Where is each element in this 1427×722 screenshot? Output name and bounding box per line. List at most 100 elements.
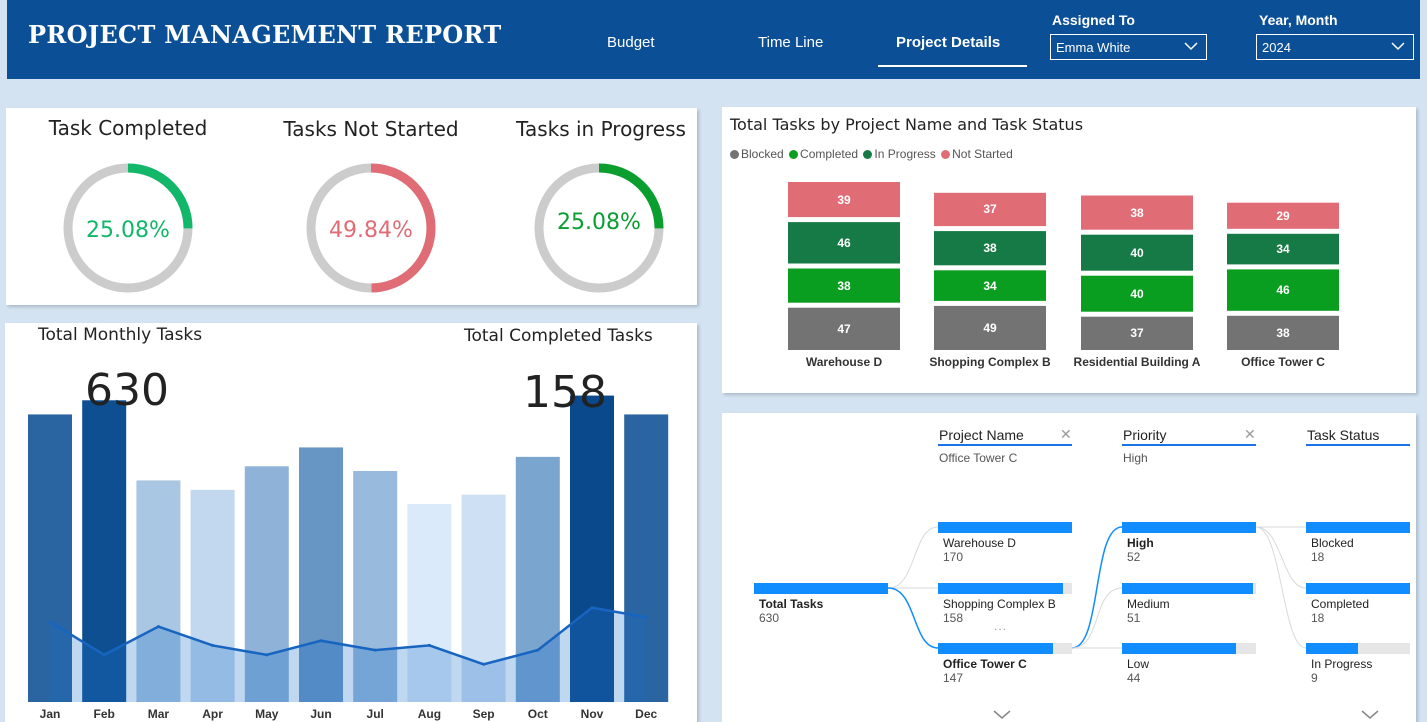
completed-point-apr[interactable]	[211, 643, 215, 647]
completed-point-sep[interactable]	[482, 662, 486, 666]
tree-header-priority[interactable]: Priority	[1123, 427, 1167, 443]
segment-value: 38	[983, 241, 997, 256]
stacked-legend: Blocked Completed In Progress Not Starte…	[730, 147, 1015, 161]
kpi-title-completed: Task Completed	[48, 116, 208, 140]
tree-status-0-label[interactable]: Blocked	[1311, 536, 1354, 550]
connector-line	[1071, 587, 1123, 649]
month-label-aug: Aug	[417, 707, 442, 721]
chevron-down-icon	[1391, 42, 1405, 51]
legend-label: Not Started	[952, 147, 1013, 161]
report-header: PROJECT MANAGEMENT REPORT Budget Time Li…	[7, 0, 1420, 79]
tree-header-project-sub: Office Tower C	[939, 451, 1018, 465]
legend-item-completed[interactable]: Completed	[789, 147, 858, 161]
tree-project-0-label[interactable]: Warehouse D	[943, 536, 1016, 550]
tree-status-1-value: 18	[1311, 611, 1325, 625]
tree-project-2-bar[interactable]	[938, 643, 1054, 654]
tree-status-2-value: 9	[1311, 671, 1318, 685]
legend-dot	[789, 150, 799, 159]
legend-item-blocked[interactable]: Blocked	[730, 147, 784, 161]
legend-dot	[863, 150, 873, 159]
completed-point-dec[interactable]	[644, 615, 648, 619]
month-label-dec: Dec	[635, 707, 658, 721]
tree-header-task-status[interactable]: Task Status	[1307, 427, 1379, 443]
tree-priority-1-label[interactable]: Medium	[1127, 597, 1170, 611]
kpi-card: Task Completed Tasks Not Started Tasks i…	[6, 108, 697, 305]
tree-root-label[interactable]: Total Tasks	[759, 597, 823, 611]
tab-project-details[interactable]: Project Details	[896, 34, 1000, 51]
completed-point-mar[interactable]	[156, 625, 160, 629]
segment-value: 46	[1276, 283, 1290, 298]
close-icon[interactable]: ✕	[1060, 427, 1072, 443]
year-month-dropdown[interactable]: 2024	[1256, 34, 1414, 60]
completed-point-jul[interactable]	[373, 648, 377, 652]
tab-budget[interactable]: Budget	[607, 34, 655, 51]
segment-value: 46	[837, 235, 851, 250]
tree-status-2-label[interactable]: In Progress	[1311, 657, 1372, 671]
tree-project-2-label[interactable]: Office Tower C	[943, 657, 1027, 671]
completed-point-feb[interactable]	[102, 653, 106, 657]
tree-header-priority-sub: High	[1123, 451, 1148, 465]
tree-project-1-label[interactable]: Shopping Complex B	[943, 597, 1056, 611]
completed-point-nov[interactable]	[590, 606, 594, 610]
header-underline	[1306, 444, 1410, 446]
legend-label: In Progress	[874, 147, 936, 161]
legend-label: Blocked	[741, 147, 784, 161]
segment-value: 37	[983, 202, 997, 217]
completed-point-may[interactable]	[265, 653, 269, 657]
tree-project-0-bar[interactable]	[938, 522, 1072, 533]
tree-priority-0-bar[interactable]	[1122, 522, 1256, 533]
tree-header-project-name[interactable]: Project Name	[939, 427, 1024, 443]
tree-priority-0-value: 52	[1127, 550, 1141, 564]
completed-point-jan[interactable]	[48, 620, 52, 624]
assigned-to-dropdown[interactable]: Emma White	[1050, 34, 1207, 60]
segment-value: 38	[1276, 325, 1290, 340]
legend-dot	[730, 150, 739, 159]
report-title: PROJECT MANAGEMENT REPORT	[28, 20, 502, 49]
tree-priority-2-value: 44	[1127, 671, 1141, 685]
year-month-value: 2024	[1262, 40, 1291, 55]
legend-item-in-progress[interactable]: In Progress	[863, 147, 936, 161]
connector-line-active	[1071, 526, 1123, 649]
tree-root-bar[interactable]	[754, 583, 888, 594]
legend-label: Completed	[800, 147, 859, 161]
month-label-jul: Jul	[366, 707, 384, 721]
month-label-feb: Feb	[93, 707, 115, 721]
tree-priority-2-label[interactable]: Low	[1127, 657, 1149, 671]
tree-project-0-value: 170	[943, 550, 964, 564]
tree-priority-0-label[interactable]: High	[1127, 536, 1154, 550]
segment-value: 38	[1130, 205, 1144, 220]
tree-status-0-bar[interactable]	[1306, 522, 1410, 533]
tree-status-1-bar[interactable]	[1306, 583, 1410, 594]
tree-project-1-bar[interactable]	[938, 583, 1063, 594]
monthly-tasks-card: Total Monthly Tasks Total Completed Task…	[5, 323, 697, 722]
tree-status-2-bar[interactable]	[1306, 643, 1358, 654]
chevron-down-icon[interactable]	[993, 710, 1011, 719]
tree-priority-1-value: 51	[1127, 611, 1141, 625]
connector-line	[887, 526, 939, 589]
chevron-down-icon[interactable]	[1361, 710, 1379, 719]
monthly-title-right: Total Completed Tasks	[464, 326, 653, 346]
tree-project-2-value: 147	[943, 671, 964, 685]
tab-timeline[interactable]: Time Line	[758, 34, 823, 51]
completed-point-oct[interactable]	[536, 648, 540, 652]
segment-value: 37	[1130, 326, 1144, 341]
more-icon[interactable]: ...	[994, 619, 1007, 633]
tree-status-1-label[interactable]: Completed	[1311, 597, 1369, 611]
month-label-nov: Nov	[580, 707, 604, 721]
completed-point-jun[interactable]	[319, 639, 323, 643]
completed-point-aug[interactable]	[427, 643, 431, 647]
legend-item-not-started[interactable]: Not Started	[941, 147, 1013, 161]
month-label-may: May	[255, 707, 279, 721]
tree-priority-1-bar[interactable]	[1122, 583, 1254, 594]
kpi-value-completed: 25.08%	[86, 218, 170, 243]
segment-value: 40	[1130, 286, 1144, 301]
connector-line-active	[887, 587, 939, 649]
segment-value: 49	[983, 320, 997, 335]
tree-priority-2-bar[interactable]	[1122, 643, 1236, 654]
segment-value: 34	[983, 278, 997, 293]
month-label-apr: Apr	[202, 707, 223, 721]
month-label-jan: Jan	[39, 707, 61, 721]
active-tab-underline	[878, 65, 1027, 67]
year-month-label: Year, Month	[1259, 12, 1338, 28]
close-icon[interactable]: ✕	[1244, 427, 1256, 443]
